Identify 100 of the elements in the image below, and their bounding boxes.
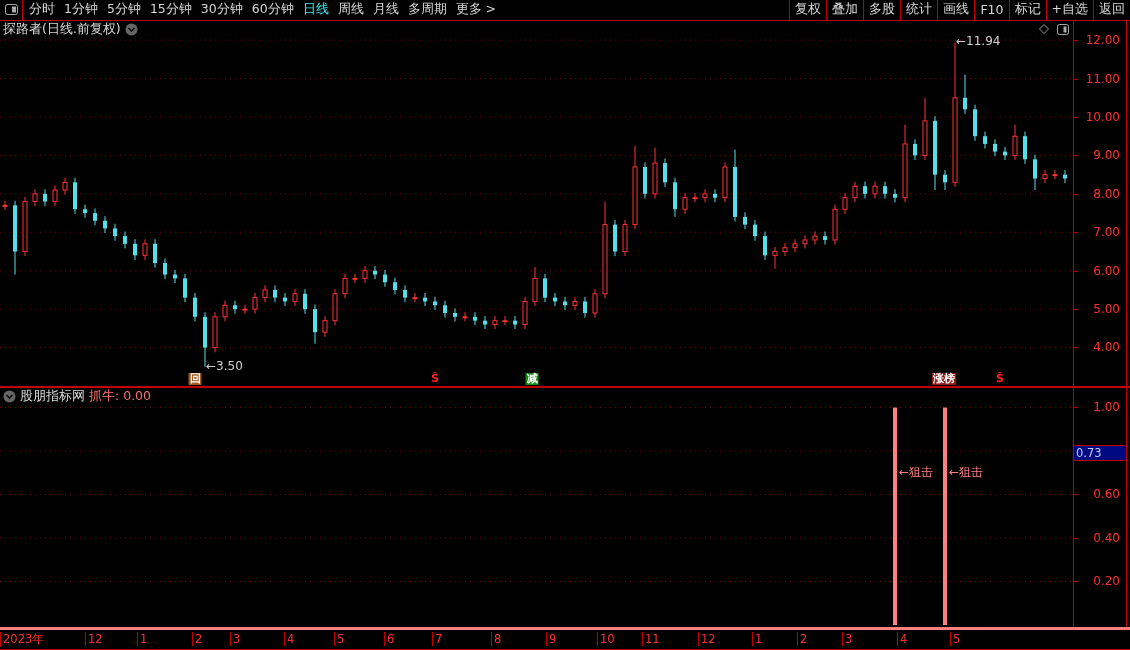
candlestick <box>1023 131 1027 165</box>
candlestick <box>993 138 997 157</box>
price-axis-label: 4.00 <box>1093 340 1120 355</box>
toolbar-button[interactable]: 标记 <box>1008 0 1046 20</box>
candlestick <box>753 219 757 242</box>
date-axis-label: 5 <box>950 632 961 647</box>
candlestick <box>522 296 528 330</box>
signal-marker: 涨榜 <box>932 372 956 385</box>
toolbar-button[interactable]: 返回 <box>1093 0 1130 20</box>
candlestick <box>352 273 358 284</box>
candlestick <box>543 273 547 303</box>
signal-marker: 减 <box>525 372 539 385</box>
price-axis-label: 5.00 <box>1093 302 1120 317</box>
candlestick <box>682 192 688 215</box>
date-axis-label: 11 <box>642 632 660 647</box>
period-tab[interactable]: 60分钟 <box>251 1 294 19</box>
candlestick <box>583 296 587 318</box>
chevron-down-icon[interactable] <box>3 390 16 404</box>
candlestick <box>1012 124 1018 161</box>
date-axis-label: 4 <box>284 632 295 647</box>
price-extreme-label: ←3.50 <box>206 358 243 373</box>
panel-toggle-icon[interactable] <box>1057 23 1069 35</box>
candlestick <box>473 311 477 326</box>
candlestick <box>592 288 598 318</box>
candlestick <box>393 277 397 295</box>
candlestick <box>613 219 617 257</box>
candlestick <box>1003 146 1007 161</box>
candlestick <box>702 188 708 203</box>
candlestick <box>622 219 628 257</box>
panel-toggle-icon[interactable] <box>4 4 18 16</box>
candlestick <box>713 188 717 203</box>
period-tab[interactable]: 1分钟 <box>64 1 98 19</box>
candlestick <box>153 238 157 269</box>
toolbar-button[interactable]: F10 <box>974 0 1009 20</box>
period-tab[interactable]: 30分钟 <box>200 1 243 19</box>
period-tab[interactable]: 15分钟 <box>149 1 192 19</box>
date-axis-label: 3 <box>230 632 241 647</box>
candlestick <box>332 288 338 326</box>
toolbar-button[interactable]: 统计 <box>900 0 938 20</box>
price-extreme-label: ←11.94 <box>956 34 1001 49</box>
period-tab[interactable]: 日线 <box>302 1 329 19</box>
period-tab[interactable]: 分时 <box>29 1 55 19</box>
date-axis-label: 2 <box>797 632 808 647</box>
candlestick <box>863 181 867 199</box>
candlestick <box>782 242 788 257</box>
candlestick <box>233 300 237 315</box>
indicator-axis-label: 0.40 <box>1093 530 1120 545</box>
candlestick <box>553 292 557 307</box>
indicator-axis-label: 0.60 <box>1093 487 1120 502</box>
candlestick <box>103 215 107 234</box>
chevron-down-icon[interactable] <box>124 23 138 37</box>
candlestick <box>222 300 228 322</box>
candlestick <box>722 161 728 203</box>
signal-marker: Ŝ <box>995 372 1005 385</box>
candlestick <box>513 315 517 330</box>
toolbar-button[interactable]: 叠加 <box>826 0 864 20</box>
candlestick <box>322 315 328 338</box>
candlestick <box>763 230 767 261</box>
candlestick <box>203 311 207 368</box>
candlestick <box>193 292 197 322</box>
period-tab[interactable]: 多周期 <box>407 1 447 19</box>
chart-title: 探路者(日线.前复权) <box>3 21 121 39</box>
date-axis-label: 2023年 <box>0 632 45 648</box>
period-tab[interactable]: 更多 > <box>455 1 497 19</box>
candlestick <box>142 238 148 261</box>
period-tab[interactable]: 5分钟 <box>106 1 141 19</box>
toolbar-button[interactable]: 多股 <box>863 0 901 20</box>
period-tab[interactable]: 周线 <box>337 1 364 19</box>
candlestick <box>563 296 567 311</box>
price-axis-label: 7.00 <box>1093 225 1120 240</box>
candlestick <box>973 104 977 142</box>
candlestick <box>812 230 818 245</box>
candlestick <box>62 177 68 196</box>
candlestick <box>1042 169 1048 184</box>
toolbar-button[interactable]: 画线 <box>937 0 975 20</box>
candlestick <box>273 284 277 303</box>
candlestick <box>483 315 487 330</box>
candlestick <box>792 238 798 253</box>
candlestick <box>123 230 127 249</box>
date-axis-label: 1 <box>137 632 148 647</box>
candlestick <box>443 300 447 318</box>
period-tab[interactable]: 月线 <box>372 1 399 19</box>
candlestick <box>173 269 177 284</box>
diamond-icon[interactable] <box>1039 24 1049 35</box>
toolbar-button[interactable]: 复权 <box>789 0 827 20</box>
candlestick <box>572 296 578 311</box>
candlestick <box>22 196 28 257</box>
candlestick <box>532 266 538 307</box>
candlestick <box>922 97 928 161</box>
candlestick <box>502 315 508 326</box>
price-axis-label: 6.00 <box>1093 263 1120 278</box>
candlestick <box>83 204 87 219</box>
toolbar-button[interactable]: +自选 <box>1045 0 1093 20</box>
candlestick <box>362 265 368 284</box>
candlestick <box>1033 154 1037 191</box>
candlestick <box>963 74 967 115</box>
candlestick <box>663 157 667 188</box>
candlestick <box>383 269 387 288</box>
candlestick <box>43 188 47 207</box>
candlestick <box>163 257 167 280</box>
